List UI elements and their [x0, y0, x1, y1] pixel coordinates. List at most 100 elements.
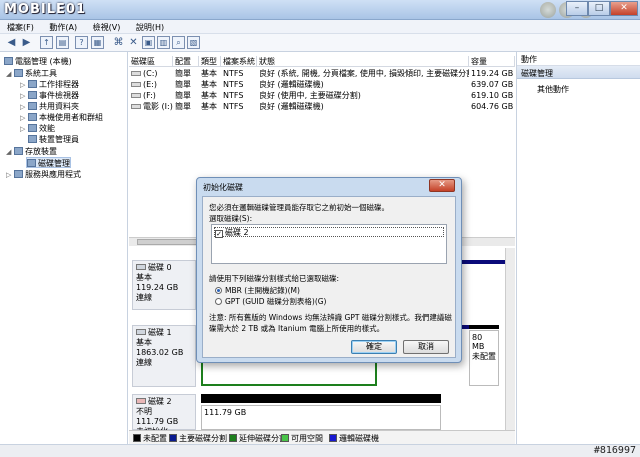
- explore-icon[interactable]: ▥: [157, 36, 170, 49]
- volume-fs: NTFS: [223, 69, 244, 78]
- legend-item: 主要磁碟分割: [169, 433, 227, 444]
- expand-arrow-icon[interactable]: ▷: [20, 124, 28, 135]
- legend-item: 未配置: [133, 433, 167, 444]
- disk-0-label[interactable]: 磁碟 0 基本 119.24 GB 連線: [132, 260, 196, 310]
- collapse-arrow-icon[interactable]: ◢: [6, 69, 14, 80]
- legend: 未配置 主要磁碟分割 延伸磁碟分割 可用空間 邏輯磁碟機: [129, 430, 515, 444]
- gpt-option[interactable]: GPT (GUID 磁碟分割表格)(G): [215, 296, 327, 307]
- tree-shared-folders[interactable]: ▷ 共用資料夾: [20, 101, 79, 112]
- column-header[interactable]: 狀態: [257, 56, 469, 67]
- disk-list: ✓ 磁碟 2: [211, 224, 447, 264]
- column-header[interactable]: 容量: [469, 56, 515, 67]
- vertical-scrollbar[interactable]: [505, 248, 515, 430]
- open-icon[interactable]: ▣: [142, 36, 155, 49]
- swatch: [169, 434, 177, 442]
- tree-event-viewer[interactable]: ▷ 事件檢視器: [20, 90, 79, 101]
- disk-2-unallocated-bar: [201, 394, 441, 403]
- column-header[interactable]: 類型: [199, 56, 221, 67]
- volume-list-header: 磁碟區 配置 類型 檔案系統 狀態 容量: [129, 56, 515, 67]
- volume-name: (E:): [143, 80, 157, 89]
- disk-checkbox[interactable]: ✓: [215, 230, 223, 238]
- forward-arrow-icon[interactable]: ▶: [20, 36, 33, 49]
- disk-1-label[interactable]: 磁碟 1 基本 1863.02 GB 連線: [132, 325, 196, 387]
- device-icon: [28, 135, 37, 143]
- navigation-tree: 電腦管理 (本機) ◢ 系統工具 ▷ 工作排程器 ▷ 事件檢視器 ▷ 共用資料夾 ▷ 本機…: [0, 52, 128, 444]
- volume-type: 基本: [201, 91, 217, 100]
- column-header[interactable]: 檔案系統: [221, 56, 257, 67]
- volume-fs: NTFS: [223, 102, 244, 111]
- tree-task-scheduler[interactable]: ▷ 工作排程器: [20, 79, 79, 90]
- delete-icon[interactable]: ✕: [127, 36, 140, 49]
- menu-help[interactable]: 說明(H): [129, 20, 170, 33]
- partition-style-label: 請使用下列磁碟分割樣式給已選取磁碟:: [209, 274, 340, 283]
- volume-row[interactable]: (F:) 簡單 基本 NTFS 良好 (使用中, 主要磁碟分割) 619.10 …: [129, 90, 515, 101]
- volume-capacity: 604.76 GB: [471, 102, 514, 111]
- volume-name: (F:): [143, 91, 156, 100]
- watermark: #816997: [593, 445, 636, 456]
- menu-file[interactable]: 檔案(F): [0, 20, 40, 33]
- menu-action[interactable]: 動作(A): [42, 20, 83, 33]
- actions-section-disk-management[interactable]: 磁碟管理: [517, 66, 640, 79]
- search-icon[interactable]: ⌕: [172, 36, 185, 49]
- menu-view[interactable]: 檢視(V): [86, 20, 127, 33]
- ok-button[interactable]: 確定: [351, 340, 397, 354]
- tree-performance[interactable]: ▷ 效能: [20, 123, 55, 134]
- column-header[interactable]: 磁碟區: [129, 56, 173, 67]
- tree-system-tools[interactable]: ◢ 系統工具: [6, 68, 57, 79]
- mbr-radio[interactable]: [215, 287, 222, 294]
- dialog-note-line-1: 注意: 所有舊版的 Windows 均無法辨識 GPT 磁碟分割樣式。我們建議磁: [209, 313, 452, 322]
- up-folder-icon[interactable]: ↑: [40, 36, 53, 49]
- volume-layout: 簡單: [175, 80, 191, 89]
- view-icon[interactable]: ▧: [187, 36, 200, 49]
- volume-name: (C:): [143, 69, 158, 78]
- disk-2-label[interactable]: 磁碟 2 不明 111.79 GB 未初始化: [132, 394, 196, 436]
- disk-2-partition[interactable]: 111.79 GB: [201, 405, 441, 430]
- legend-item: 可用空間: [281, 433, 323, 444]
- column-header[interactable]: 配置: [173, 56, 199, 67]
- back-arrow-icon[interactable]: ◀: [5, 36, 18, 49]
- drive-icon: [131, 82, 141, 87]
- swatch: [281, 434, 289, 442]
- cancel-button[interactable]: 取消: [403, 340, 449, 354]
- volume-capacity: 119.24 GB: [471, 69, 514, 78]
- tree-services[interactable]: ▷ 服務與應用程式: [6, 169, 81, 180]
- help-icon[interactable]: ?: [75, 36, 88, 49]
- volume-layout: 簡單: [175, 102, 191, 111]
- disk-icon: [27, 159, 36, 167]
- expand-arrow-icon[interactable]: ▷: [6, 170, 14, 181]
- volume-row[interactable]: (C:) 簡單 基本 NTFS 良好 (系統, 開機, 分頁檔案, 使用中, 損…: [129, 68, 515, 79]
- dialog-close-button[interactable]: ✕: [429, 179, 455, 192]
- gpt-radio[interactable]: [215, 298, 222, 305]
- mbr-option[interactable]: MBR (主開機記錄)(M): [215, 285, 300, 296]
- more-actions-link[interactable]: 其他動作: [517, 79, 640, 95]
- close-window-button[interactable]: ✕: [610, 1, 638, 16]
- volume-row[interactable]: 電影 (I:) 簡單 基本 NTFS 良好 (邏輯磁碟機) 604.76 GB: [129, 101, 515, 112]
- logo: MOBILE01: [4, 2, 86, 17]
- volume-capacity: 639.07 GB: [471, 80, 514, 89]
- unallocated-partition[interactable]: 80 MB 未配置: [469, 330, 499, 386]
- status-bar: #816997: [0, 444, 640, 457]
- connect-icon[interactable]: ⌘: [112, 36, 125, 49]
- volume-status: 良好 (邏輯磁碟機): [259, 102, 324, 111]
- minimize-button[interactable]: –: [566, 1, 588, 16]
- volume-type: 基本: [201, 102, 217, 111]
- volume-row[interactable]: (E:) 簡單 基本 NTFS 良好 (邏輯磁碟機) 639.07 GB: [129, 79, 515, 90]
- dialog-note-line-2: 碟需大於 2 TB 或為 Itanium 電腦上所使用的樣式。: [209, 324, 385, 333]
- swatch: [329, 434, 337, 442]
- tree-local-users[interactable]: ▷ 本機使用者和群組: [20, 112, 103, 123]
- actions-pane: 動作 磁碟管理 其他動作: [516, 52, 640, 444]
- tree-storage[interactable]: ◢ 存放裝置: [6, 146, 57, 157]
- tree-device-manager[interactable]: 裝置管理員: [28, 134, 79, 145]
- event-icon: [28, 91, 37, 99]
- tree-disk-management[interactable]: 磁碟管理: [26, 157, 71, 168]
- collapse-arrow-icon[interactable]: ◢: [6, 147, 14, 158]
- disk-list-item[interactable]: ✓ 磁碟 2: [214, 227, 444, 238]
- show-tree-icon[interactable]: ▤: [56, 36, 69, 49]
- tree-root[interactable]: 電腦管理 (本機): [4, 56, 72, 67]
- maximize-button[interactable]: □: [588, 1, 610, 16]
- volume-status: 良好 (使用中, 主要磁碟分割): [259, 91, 361, 100]
- dialog-body: 您必須在邏輯磁碟管理員能存取它之前初始一個磁碟。 選取磁碟(S): ✓ 磁碟 2 …: [202, 196, 456, 358]
- legend-item: 延伸磁碟分割: [229, 433, 287, 444]
- tools-icon: [14, 69, 23, 77]
- properties-icon[interactable]: ▦: [91, 36, 104, 49]
